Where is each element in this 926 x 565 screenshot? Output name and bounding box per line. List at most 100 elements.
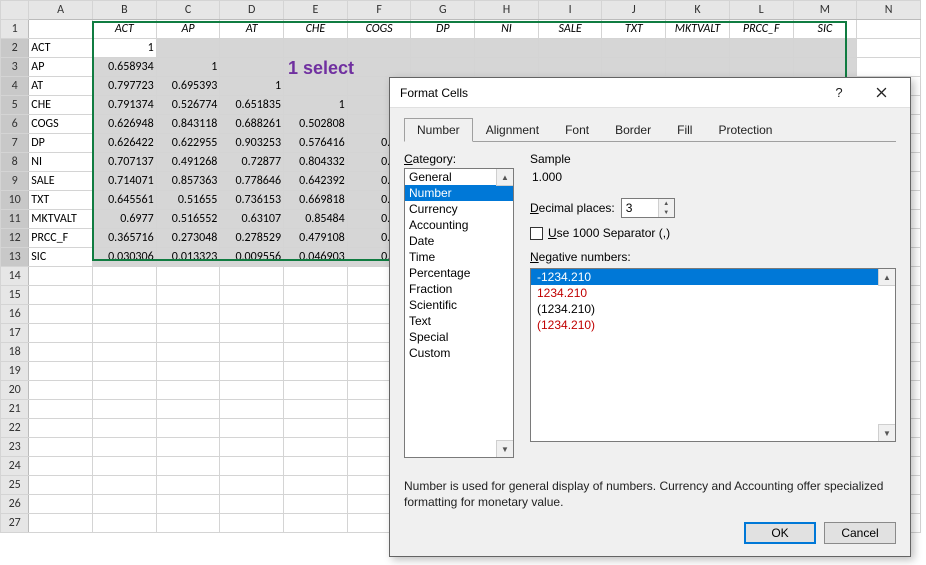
- cell[interactable]: [411, 39, 475, 58]
- cell[interactable]: 0.645561: [92, 191, 156, 210]
- cell[interactable]: [156, 324, 220, 343]
- cell[interactable]: [538, 58, 602, 77]
- row-header[interactable]: 15: [1, 286, 29, 305]
- cell[interactable]: [92, 419, 156, 438]
- cell[interactable]: [475, 58, 539, 77]
- cell[interactable]: [602, 58, 666, 77]
- cell[interactable]: [220, 457, 284, 476]
- cell[interactable]: [284, 286, 348, 305]
- cell[interactable]: [29, 419, 93, 438]
- cell[interactable]: MKTVALT: [666, 20, 730, 39]
- cell[interactable]: [156, 514, 220, 533]
- negative-option[interactable]: (1234.210): [531, 317, 895, 333]
- cell[interactable]: [92, 514, 156, 533]
- category-item[interactable]: Text: [405, 313, 513, 329]
- cell[interactable]: [220, 39, 284, 58]
- cell[interactable]: [92, 267, 156, 286]
- tab-fill[interactable]: Fill: [664, 118, 705, 142]
- cell[interactable]: [156, 419, 220, 438]
- cell[interactable]: [220, 267, 284, 286]
- cell[interactable]: [602, 39, 666, 58]
- category-item[interactable]: Currency: [405, 201, 513, 217]
- category-item[interactable]: Percentage: [405, 265, 513, 281]
- cell[interactable]: [220, 381, 284, 400]
- negative-option[interactable]: -1234.210: [531, 269, 895, 285]
- cell[interactable]: [29, 381, 93, 400]
- cell[interactable]: 1: [156, 58, 220, 77]
- cell[interactable]: 0.013323: [156, 248, 220, 267]
- cell[interactable]: 0.778646: [220, 172, 284, 191]
- cell[interactable]: TXT: [29, 191, 93, 210]
- cell[interactable]: 0.688261: [220, 115, 284, 134]
- row-header[interactable]: 5: [1, 96, 29, 115]
- cell[interactable]: [793, 58, 857, 77]
- cell[interactable]: 0.479108: [284, 229, 348, 248]
- cell[interactable]: [156, 39, 220, 58]
- cell[interactable]: [220, 476, 284, 495]
- scroll-down-icon[interactable]: ▼: [496, 440, 513, 457]
- cell[interactable]: [284, 495, 348, 514]
- row-header[interactable]: 16: [1, 305, 29, 324]
- cell[interactable]: 0.695393: [156, 77, 220, 96]
- cell[interactable]: [857, 20, 921, 39]
- cell[interactable]: [92, 438, 156, 457]
- cell[interactable]: [156, 305, 220, 324]
- cell[interactable]: [92, 400, 156, 419]
- cell[interactable]: [284, 39, 348, 58]
- row-header[interactable]: 4: [1, 77, 29, 96]
- cell[interactable]: [347, 39, 411, 58]
- column-header[interactable]: G: [411, 1, 475, 20]
- cell[interactable]: SALE: [538, 20, 602, 39]
- negative-option[interactable]: (1234.210): [531, 301, 895, 317]
- scroll-down-icon[interactable]: ▼: [878, 424, 895, 441]
- cell[interactable]: 1: [92, 39, 156, 58]
- cell[interactable]: 0.502808: [284, 115, 348, 134]
- cell[interactable]: [284, 476, 348, 495]
- cell[interactable]: 0.85484: [284, 210, 348, 229]
- cell[interactable]: TXT: [602, 20, 666, 39]
- cell[interactable]: [156, 286, 220, 305]
- column-header[interactable]: L: [729, 1, 793, 20]
- cell[interactable]: PRCC_F: [29, 229, 93, 248]
- cell[interactable]: [156, 495, 220, 514]
- cell[interactable]: 0.797723: [92, 77, 156, 96]
- cell[interactable]: [666, 39, 730, 58]
- cell[interactable]: [156, 362, 220, 381]
- row-header[interactable]: 22: [1, 419, 29, 438]
- row-header[interactable]: 13: [1, 248, 29, 267]
- cell[interactable]: [284, 419, 348, 438]
- cell[interactable]: [857, 58, 921, 77]
- cell[interactable]: AT: [29, 77, 93, 96]
- cell[interactable]: [29, 343, 93, 362]
- cell[interactable]: 0.273048: [156, 229, 220, 248]
- cell[interactable]: 0.651835: [220, 96, 284, 115]
- column-header[interactable]: H: [475, 1, 539, 20]
- cell[interactable]: 1: [284, 96, 348, 115]
- row-header[interactable]: 26: [1, 495, 29, 514]
- cell[interactable]: 0.046903: [284, 248, 348, 267]
- cell[interactable]: 0.626422: [92, 134, 156, 153]
- cell[interactable]: 0.516552: [156, 210, 220, 229]
- cell[interactable]: CHE: [284, 20, 348, 39]
- cell[interactable]: [284, 457, 348, 476]
- column-header[interactable]: J: [602, 1, 666, 20]
- cell[interactable]: COGS: [347, 20, 411, 39]
- decimal-places-spinner[interactable]: ▲ ▼: [621, 198, 675, 218]
- row-header[interactable]: 18: [1, 343, 29, 362]
- cell[interactable]: COGS: [29, 115, 93, 134]
- cell[interactable]: [92, 457, 156, 476]
- cell[interactable]: 0.791374: [92, 96, 156, 115]
- row-header[interactable]: 7: [1, 134, 29, 153]
- cell[interactable]: [729, 58, 793, 77]
- cell[interactable]: [284, 267, 348, 286]
- cell[interactable]: [92, 362, 156, 381]
- cell[interactable]: [538, 39, 602, 58]
- cell[interactable]: [666, 58, 730, 77]
- cell[interactable]: 0.72877: [220, 153, 284, 172]
- cell[interactable]: 0.278529: [220, 229, 284, 248]
- decimal-places-input[interactable]: [622, 199, 658, 217]
- cell[interactable]: [475, 39, 539, 58]
- cell[interactable]: [92, 305, 156, 324]
- cell[interactable]: [284, 400, 348, 419]
- cell[interactable]: [729, 39, 793, 58]
